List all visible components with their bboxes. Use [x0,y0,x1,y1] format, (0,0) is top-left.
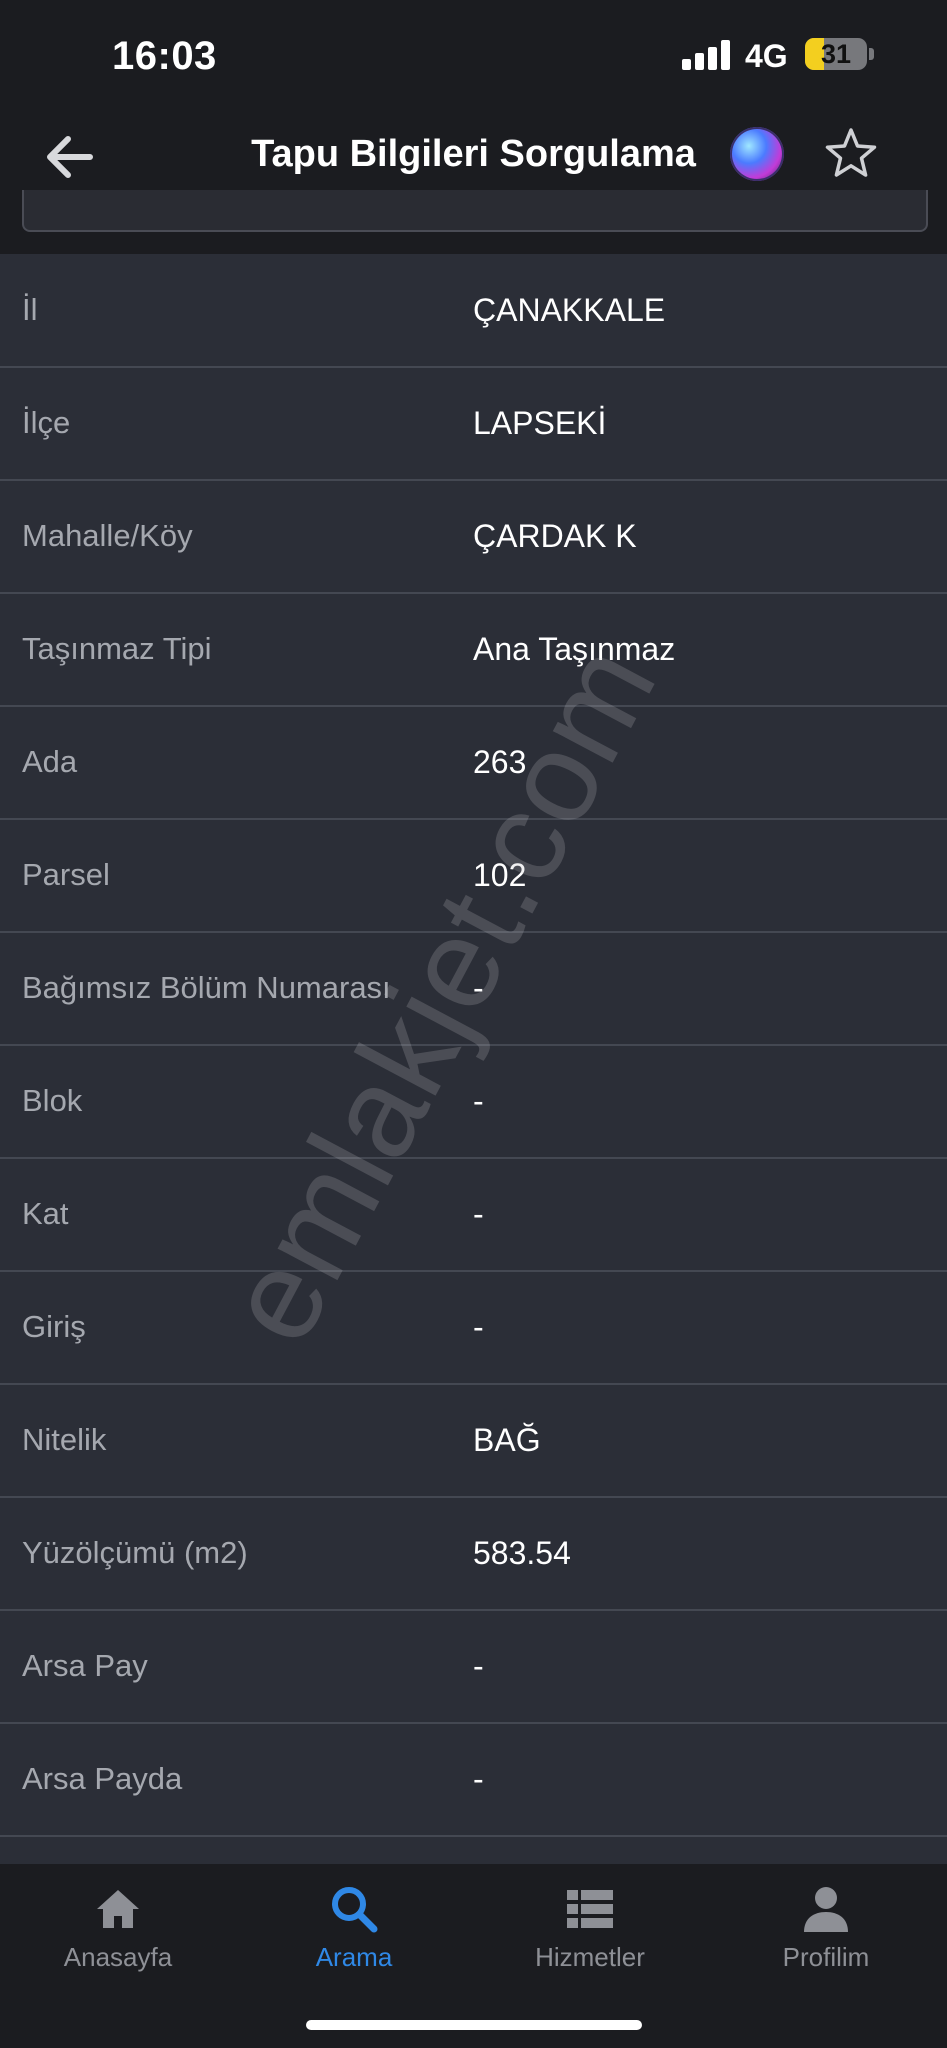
battery-icon: 31 [805,38,867,70]
row-label: İlçe [22,405,71,440]
property-info-table: İl ÇANAKKALE İlçe LAPSEKİ Mahalle/Köy ÇARDA… [0,254,947,1864]
tab-anasayfa[interactable]: Anasayfa [0,1864,236,2004]
row-value: - [473,970,484,1006]
tab-arama[interactable]: Arama [236,1864,472,2004]
status-bar: 16:03 4G 31 [0,0,947,115]
page-title-text: Tapu Bilgileri Sorgulama [251,133,696,175]
status-time: 16:03 [112,34,217,78]
table-row: Taşınmaz Tipi Ana Taşınmaz [0,593,947,707]
row-label: Mahalle/Köy [22,518,193,553]
row-value: ÇARDAK K [473,518,637,554]
table-row: Arsa Pay - [0,1610,947,1724]
row-label: Arsa Pay [22,1648,148,1683]
home-indicator[interactable] [306,2020,642,2030]
page-title: Tapu Bilgileri Sorgulama [0,133,947,176]
row-label: İl [22,292,38,327]
row-value: 263 [473,744,527,780]
row-value: LAPSEKİ [473,405,607,441]
table-row: Giriş - [0,1271,947,1385]
row-label: Bağımsız Bölüm Numarası [22,970,391,1005]
tab-label: Profilim [782,1942,870,1972]
table-row: Blok - [0,1045,947,1159]
table-row: Nitelik BAĞ [0,1384,947,1498]
tab-hizmetler[interactable]: Hizmetler [472,1864,708,2004]
battery-cap [869,48,874,60]
row-label: Nitelik [22,1422,107,1457]
user-icon [804,1887,848,1932]
home-icon [97,1890,139,1928]
row-value: - [473,1761,484,1797]
table-row: Arsa Payda - [0,1723,947,1837]
search-icon [332,1887,378,1933]
row-value: ÇANAKKALE [473,292,666,328]
row-value: - [473,1196,484,1232]
star-icon [825,128,877,177]
row-label: Parsel [22,857,110,892]
row-label: Ada [22,744,78,779]
table-row: İlçe LAPSEKİ [0,367,947,481]
tab-profilim[interactable]: Profilim [708,1864,944,2004]
tab-label: Arama [315,1942,393,1972]
row-label: Taşınmaz Tipi [22,631,212,666]
row-value: - [473,1083,484,1119]
row-value: BAĞ [473,1422,541,1458]
battery-level: 31 [820,39,852,69]
tab-label: Anasayfa [63,1942,173,1972]
row-value: Ana Taşınmaz [473,631,676,667]
query-card [22,190,928,232]
row-label: Kat [22,1196,69,1231]
list-icon [567,1890,613,1928]
network-type: 4G [745,38,788,74]
row-value: - [473,1309,484,1345]
row-label: Blok [22,1083,83,1118]
cellular-signal-icon [682,40,732,70]
row-value: 583.54 [473,1535,571,1571]
favorite-button[interactable] [822,125,880,183]
table-row: Bağımsız Bölüm Numarası - [0,932,947,1046]
row-label: Arsa Payda [22,1761,183,1796]
table-row: Ada 263 [0,706,947,820]
bottom-tab-bar: Anasayfa Arama Hizmetler Profilim [0,1864,947,2048]
table-row: Parsel 102 [0,819,947,933]
table-row: Kat - [0,1158,947,1272]
row-label: Yüzölçümü (m2) [22,1535,248,1570]
siri-icon[interactable] [730,127,784,181]
table-row: İl ÇANAKKALE [0,254,947,368]
row-value: 102 [473,857,527,893]
table-row: Mahalle/Köy ÇARDAK K [0,480,947,594]
row-label: Giriş [22,1309,86,1344]
table-row: Yüzölçümü (m2) 583.54 [0,1497,947,1611]
row-value: - [473,1648,484,1684]
tab-label: Hizmetler [535,1942,645,1972]
